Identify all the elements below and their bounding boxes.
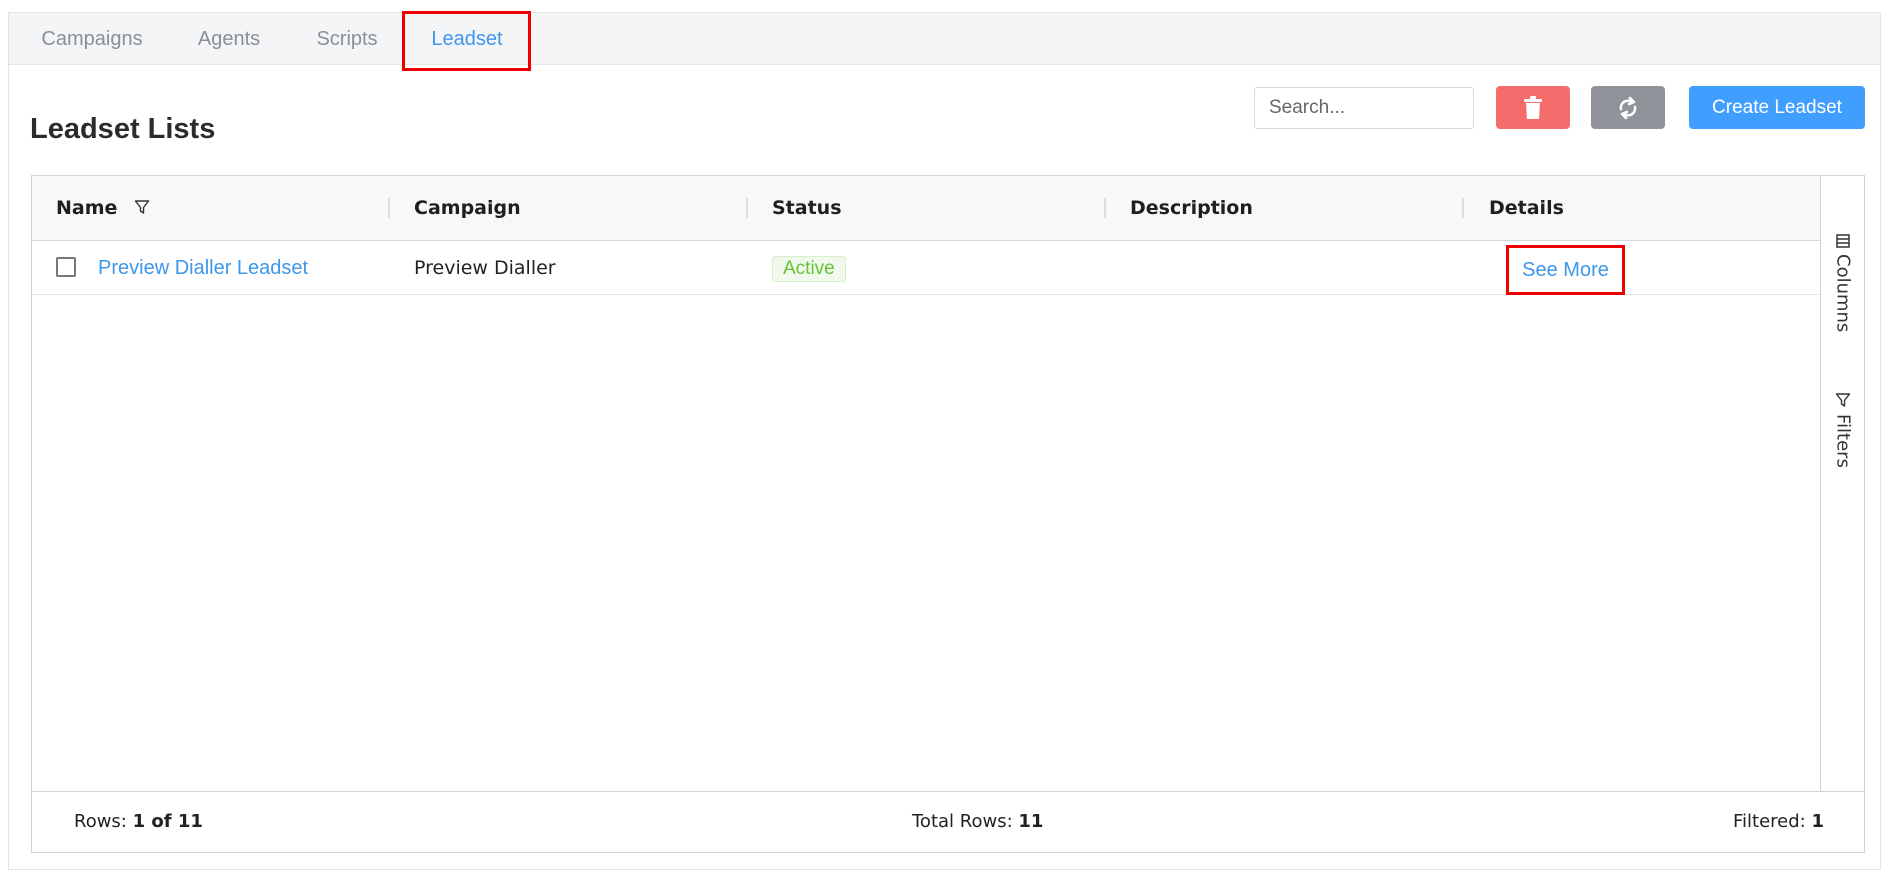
column-resize-handle[interactable] [1462,198,1464,218]
rows-count: Rows: 1 of 11 [74,792,203,852]
columns-tool-button[interactable]: Columns [1821,234,1865,332]
tab-leadset[interactable]: Leadset [409,13,525,65]
grid-header: Name Campaign Status Description Details [32,176,1820,241]
grid-status-bar: Rows: 1 of 11 Total Rows: 11 Filtered: 1 [32,791,1864,852]
columns-tool-label: Columns [1832,254,1854,333]
column-header-label: Name [56,197,118,219]
filtered-rows-value: 1 [1811,811,1824,832]
tab-bar: Campaigns Agents Scripts Leadset [9,11,1880,71]
column-header-details[interactable]: Details [1489,176,1564,240]
tab-scripts[interactable]: Scripts [299,13,395,65]
leadset-name-link[interactable]: Preview Dialler Leadset [98,257,308,279]
refresh-button[interactable] [1591,86,1665,129]
tab-agents[interactable]: Agents [177,13,281,65]
page-title: Leadset Lists [30,113,216,145]
create-leadset-button[interactable]: Create Leadset [1689,86,1865,129]
total-rows: Total Rows: 11 [912,792,1043,852]
total-rows-label: Total Rows: [912,811,1013,832]
column-header-status[interactable]: Status [772,176,842,240]
filters-tool-label: Filters [1832,414,1854,468]
refresh-icon [1619,96,1637,119]
column-resize-handle[interactable] [1104,198,1106,218]
leadset-panel: Campaigns Agents Scripts Leadset Leadset… [8,11,1881,870]
filter-icon [1835,393,1851,407]
total-rows-value: 11 [1018,811,1044,832]
columns-icon [1836,234,1850,248]
filters-tool-button[interactable]: Filters [1821,392,1865,468]
status-badge: Active [772,256,846,282]
filter-icon[interactable] [134,199,150,215]
see-more-link[interactable]: See More [1506,245,1625,295]
column-header-name[interactable]: Name [56,176,150,240]
side-tool-panel: Columns Filters [1820,176,1864,791]
trash-icon [1524,95,1542,119]
cell-campaign: Preview Dialler [414,257,556,279]
column-resize-handle[interactable] [388,198,390,218]
search-input[interactable] [1254,87,1474,129]
column-header-campaign[interactable]: Campaign [414,176,521,240]
column-resize-handle[interactable] [746,198,748,218]
rows-count-label: Rows: [74,811,127,832]
rows-count-value: 1 of 11 [132,811,203,832]
filtered-rows: Filtered: 1 [1733,792,1824,852]
table-row: Preview Dialler Leadset Preview Dialler … [32,241,1820,295]
tab-campaigns[interactable]: Campaigns [27,13,157,65]
column-header-description[interactable]: Description [1130,176,1253,240]
cell-name: Preview Dialler Leadset [98,241,308,295]
filtered-rows-label: Filtered: [1732,811,1806,832]
leadset-grid: Name Campaign Status Description Details… [31,175,1865,853]
delete-button[interactable] [1496,86,1570,129]
row-checkbox[interactable] [56,257,76,277]
